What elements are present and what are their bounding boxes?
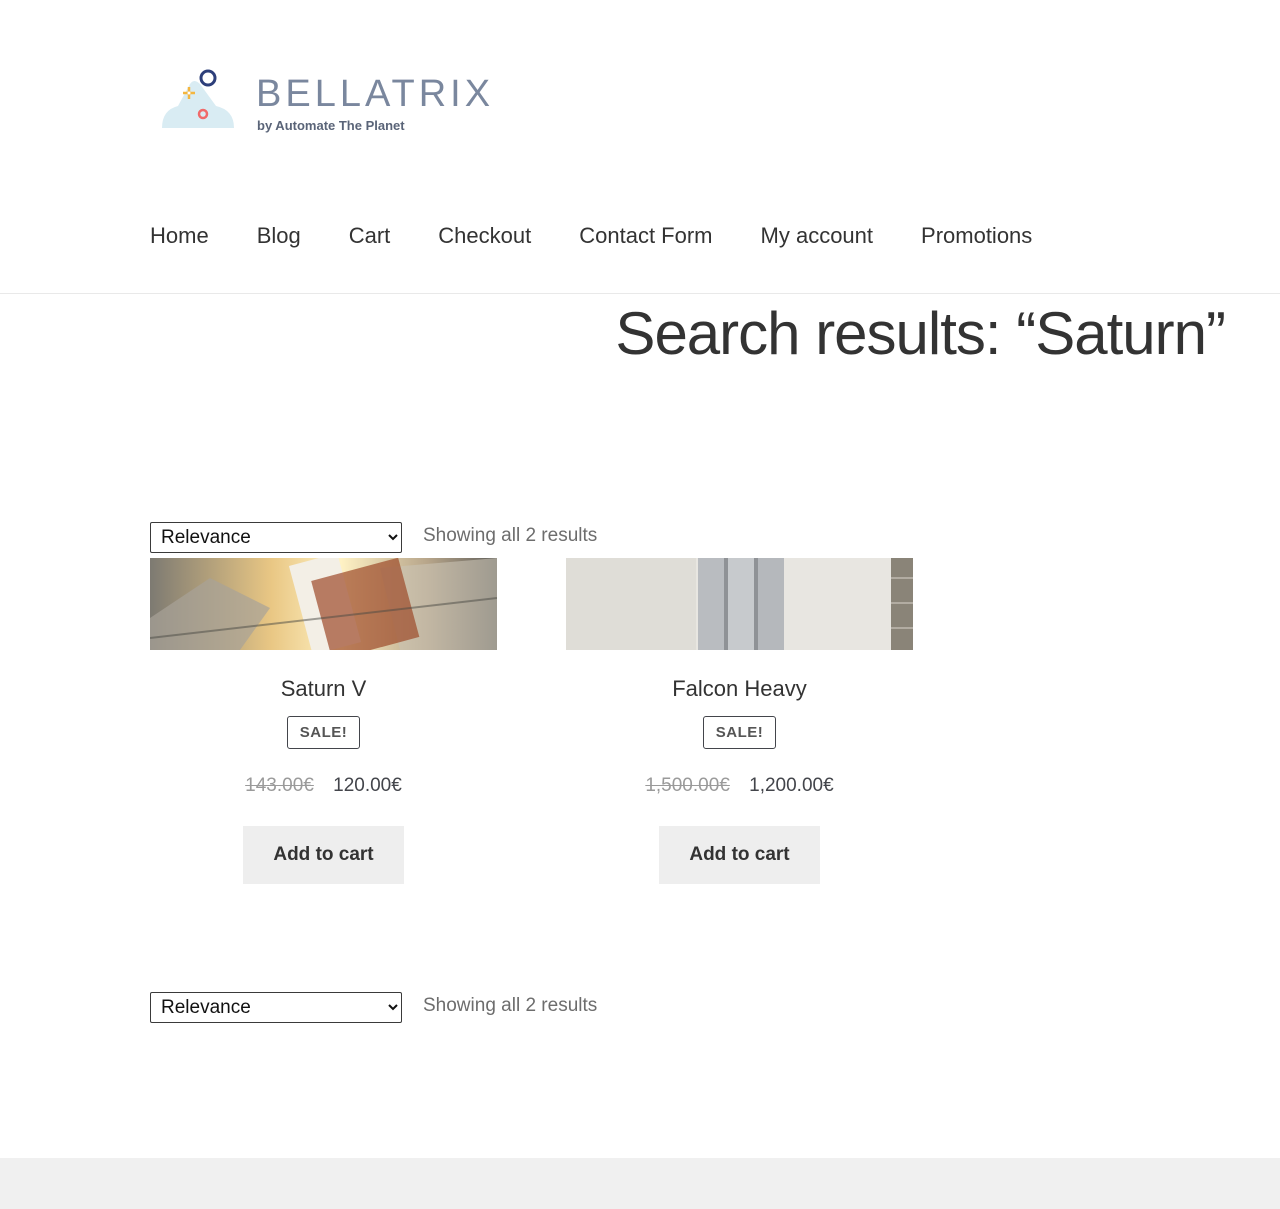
sale-badge: SALE! [702,716,777,749]
add-to-cart-button[interactable]: Add to cart [659,826,820,884]
nav-contact-form[interactable]: Contact Form [579,218,712,254]
sorting-bar-top: Relevance Showing all 2 results [150,522,850,554]
nav-blog[interactable]: Blog [257,218,301,254]
product-title[interactable]: Falcon Heavy [566,676,913,702]
result-count: Showing all 2 results [423,525,598,546]
site-footer [0,1158,1280,1209]
product-card: Falcon Heavy SALE! 1,500.00€ 1,200.00€ A… [566,558,913,884]
page-title: Search results: “Saturn” [615,300,1226,367]
product-price: 143.00€ 120.00€ [150,775,497,797]
nav-promotions[interactable]: Promotions [921,218,1032,254]
nav-checkout[interactable]: Checkout [438,218,531,254]
product-title[interactable]: Saturn V [150,676,497,702]
nav-my-account[interactable]: My account [761,218,874,254]
sale-price: 120.00€ [333,775,402,796]
nav-cart[interactable]: Cart [349,218,391,254]
product-image-link[interactable] [566,558,913,650]
saturn-v-image [150,558,497,650]
old-price: 143.00€ [245,775,314,796]
orderby-select-bottom[interactable]: Relevance [150,992,402,1023]
logo-wordmark: BELLATRIX [256,73,495,115]
sale-badge: SALE! [286,716,361,749]
product-price: 1,500.00€ 1,200.00€ [566,775,913,797]
result-count: Showing all 2 results [423,995,598,1016]
old-price: 1,500.00€ [645,775,730,796]
add-to-cart-button[interactable]: Add to cart [243,826,404,884]
site-logo[interactable]: BELLATRIX by Automate The Planet [158,66,490,138]
primary-navigation: Home Blog Cart Checkout Contact Form My … [150,218,1080,254]
nav-home[interactable]: Home [150,218,209,254]
sale-price: 1,200.00€ [749,775,834,796]
product-image-link[interactable] [150,558,497,650]
logo-tagline: by Automate The Planet [257,118,405,133]
logo-mountain-icon [162,69,234,128]
header-divider [0,293,1280,294]
falcon-heavy-image [566,558,913,650]
orderby-select-top[interactable]: Relevance [150,522,402,553]
product-card: Saturn V SALE! 143.00€ 120.00€ Add to ca… [150,558,497,884]
sorting-bar-bottom: Relevance Showing all 2 results [150,992,850,1024]
